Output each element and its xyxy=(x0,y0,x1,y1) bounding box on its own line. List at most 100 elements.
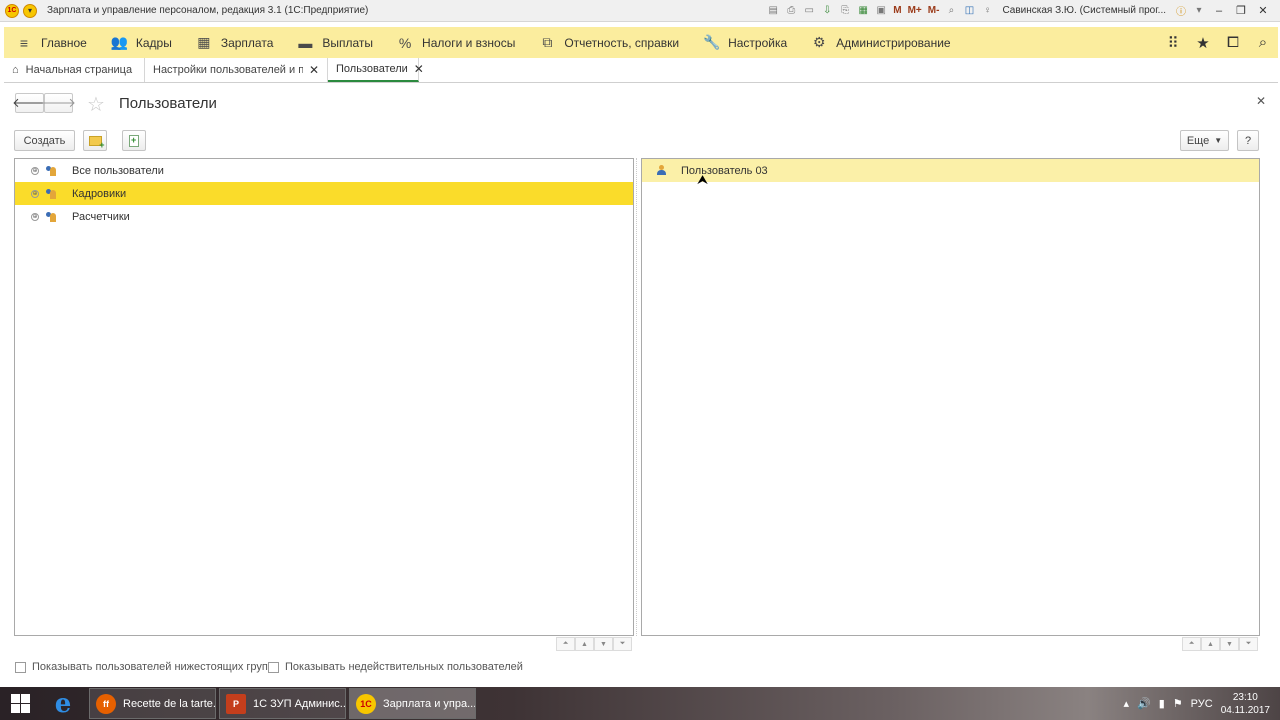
tab-user-settings[interactable]: Настройки пользователей и прав ✕ xyxy=(145,58,328,82)
menu-item-label: Администрирование xyxy=(836,35,951,50)
tab-label: Начальная страница xyxy=(25,64,133,76)
close-window-button[interactable]: ✕ xyxy=(1254,3,1272,19)
printer-icon[interactable]: ⎘ xyxy=(838,4,852,18)
current-user[interactable]: Савинская З.Ю. (Системный прог... xyxy=(1002,5,1166,16)
panel-splitter[interactable] xyxy=(636,158,639,636)
create-button[interactable]: Создать xyxy=(14,130,75,151)
taskbar-item-1c[interactable]: 1С Зарплата и упра... xyxy=(349,688,476,719)
next-page-icon[interactable]: ▼ xyxy=(594,637,613,651)
more-label: Еще xyxy=(1186,134,1210,147)
preview-icon[interactable]: ▭ xyxy=(802,4,816,18)
show-hidden-icons-icon[interactable]: ▴ xyxy=(1123,697,1129,710)
tab-users[interactable]: Пользователи ✕ xyxy=(328,58,424,82)
expand-icon[interactable]: ⊕ xyxy=(31,189,39,198)
powerpoint-icon: P xyxy=(226,693,246,714)
language-indicator[interactable]: РУС xyxy=(1191,698,1213,710)
menu-item-payments[interactable]: ▬ Выплаты xyxy=(285,27,385,58)
show-subgroup-users-checkbox[interactable]: Показывать пользователей нижестоящих гру… xyxy=(15,661,274,673)
more-button[interactable]: Еще ▼ xyxy=(1180,130,1229,151)
download-icon[interactable]: ⇩ xyxy=(820,4,834,18)
create-group-button[interactable] xyxy=(83,130,107,151)
user-group-icon xyxy=(46,165,57,176)
tree-row-hr[interactable]: ⊕ Кадровики xyxy=(15,182,633,205)
bulb-icon[interactable]: ♀ xyxy=(980,4,994,18)
prev-page-icon[interactable]: ▲ xyxy=(575,637,594,651)
zoom-icon[interactable]: ⌕ xyxy=(944,4,958,18)
first-page-icon[interactable]: ⏶ xyxy=(1182,637,1201,651)
user-label: Пользователь 03 xyxy=(681,164,768,177)
print-icon[interactable]: ⎙ xyxy=(784,4,798,18)
task-label: 1С ЗУП Админис... xyxy=(253,697,346,710)
maximize-button[interactable]: ❐ xyxy=(1232,3,1250,19)
menu-item-reports[interactable]: ⧉ Отчетность, справки xyxy=(527,27,691,58)
1c-logo-icon: 1С xyxy=(5,3,19,18)
last-page-icon[interactable]: ⏷ xyxy=(613,637,632,651)
menu-item-hr[interactable]: 👥 Кадры xyxy=(99,27,184,58)
list-item[interactable]: Пользователь 03 xyxy=(642,159,1259,182)
document-add-icon xyxy=(129,134,139,147)
panel-icon[interactable]: ◫ xyxy=(962,4,976,18)
internet-explorer-icon[interactable]: e xyxy=(40,687,86,720)
table-icon[interactable]: ▦ xyxy=(856,4,870,18)
clock[interactable]: 23:10 04.11.2017 xyxy=(1221,691,1270,717)
report-icon: ⧉ xyxy=(542,34,553,50)
back-button[interactable]: 🡐 xyxy=(12,93,47,113)
clock-time: 23:10 xyxy=(1232,691,1258,703)
copy-button[interactable] xyxy=(122,130,146,151)
menu-item-taxes[interactable]: % Налоги и взносы xyxy=(385,27,527,58)
system-tray: ▴ 🔊 ▮ ⚑ РУС 23:10 04.11.2017 xyxy=(1123,691,1280,717)
tab-label: Пользователи xyxy=(336,63,408,75)
close-tab-icon[interactable]: ✕ xyxy=(309,63,319,77)
memory-minus-button[interactable]: M- xyxy=(927,4,941,18)
flag-icon[interactable]: ⚑ xyxy=(1173,697,1183,710)
show-invalid-users-checkbox[interactable]: Показывать недействительных пользователе… xyxy=(268,661,523,673)
menu-item-salary[interactable]: ▦ Зарплата xyxy=(184,27,286,58)
taskbar-item-powerpoint[interactable]: P 1С ЗУП Админис... xyxy=(219,688,346,719)
close-tab-icon[interactable]: ✕ xyxy=(414,62,424,76)
calendar-icon[interactable]: ▣ xyxy=(874,4,888,18)
functions-grid-icon[interactable]: ⠿ xyxy=(1158,27,1188,58)
main-menu-dropdown-icon[interactable]: ▾ xyxy=(23,3,37,18)
menu-item-label: Выплаты xyxy=(322,35,374,50)
prev-page-icon[interactable]: ▲ xyxy=(1201,637,1220,651)
taskbar-item-firefox[interactable]: ff Recette de la tarte... xyxy=(89,688,216,719)
home-icon: ⌂ xyxy=(12,64,19,76)
info-icon[interactable]: ⓘ xyxy=(1174,4,1188,18)
mouse-cursor-icon: ⮝ xyxy=(697,172,709,187)
save-icon[interactable]: ▤ xyxy=(766,4,780,18)
volume-icon[interactable]: 🔊 xyxy=(1137,697,1151,710)
network-icon[interactable]: ▮ xyxy=(1159,697,1165,710)
menu-item-admin[interactable]: ⚙ Администрирование xyxy=(799,27,962,58)
1c-icon: 1С xyxy=(356,693,376,714)
tree-row-all-users[interactable]: ⊕ Все пользователи xyxy=(15,159,633,182)
menu-item-settings[interactable]: 🔧 Настройка xyxy=(691,27,799,58)
forward-button[interactable]: 🡒 xyxy=(41,93,76,113)
search-icon[interactable]: ⌕ xyxy=(1248,27,1278,58)
start-button[interactable] xyxy=(0,687,40,720)
menu-item-main[interactable]: ≡ Главное xyxy=(4,27,99,58)
expand-icon[interactable]: ⊕ xyxy=(31,212,39,221)
next-page-icon[interactable]: ▼ xyxy=(1220,637,1239,651)
tab-home[interactable]: ⌂ Начальная страница xyxy=(4,58,145,82)
right-list-navigation: ⏶ ▲ ▼ ⏷ xyxy=(1182,637,1258,651)
minimize-button[interactable]: – xyxy=(1210,3,1228,19)
chevron-down-icon[interactable]: ▾ xyxy=(1192,4,1206,18)
tree-row-accountants[interactable]: ⊕ Расчетчики xyxy=(15,205,633,228)
expand-icon[interactable]: ⊕ xyxy=(31,166,39,175)
memory-plus-button[interactable]: M+ xyxy=(907,4,923,18)
menu-item-label: Настройка xyxy=(728,35,788,50)
help-button[interactable]: ? xyxy=(1237,130,1259,151)
history-icon[interactable]: ⧠ xyxy=(1218,27,1248,58)
checkbox-box[interactable] xyxy=(268,661,279,673)
chevron-down-icon: ▼ xyxy=(1214,136,1223,145)
open-windows-tabs: ⌂ Начальная страница Настройки пользовате… xyxy=(4,58,1278,83)
close-icon[interactable]: ✕ xyxy=(1256,94,1266,108)
checkbox-box[interactable] xyxy=(15,661,26,673)
last-page-icon[interactable]: ⏷ xyxy=(1239,637,1258,651)
first-page-icon[interactable]: ⏶ xyxy=(556,637,575,651)
favorite-star-icon[interactable]: ☆ xyxy=(87,92,105,117)
memory-m-button[interactable]: M xyxy=(892,4,902,18)
percent-icon: % xyxy=(398,34,412,51)
menu-item-label: Налоги и взносы xyxy=(422,35,516,50)
favorites-star-icon[interactable]: ★ xyxy=(1188,27,1218,58)
